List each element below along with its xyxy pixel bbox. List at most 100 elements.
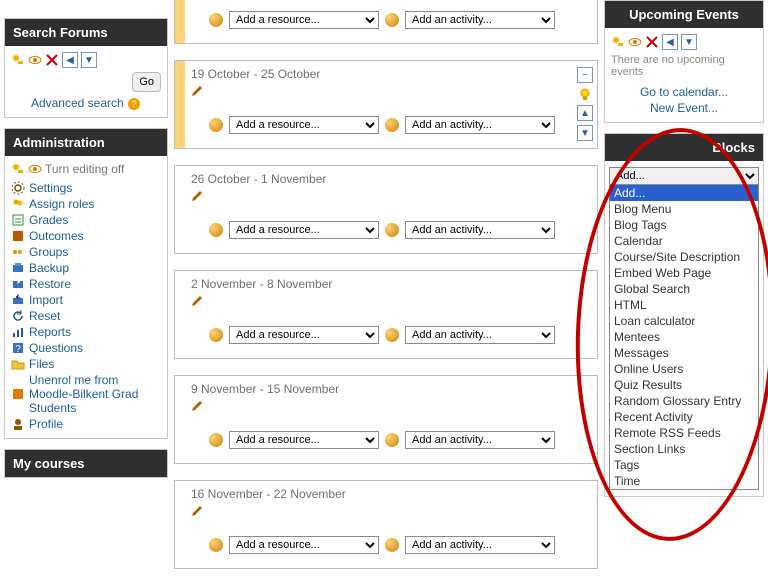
help-icon[interactable]: ? bbox=[127, 97, 141, 111]
admin-item-import[interactable]: Import bbox=[11, 292, 161, 308]
add-resource-select[interactable]: Add a resource... bbox=[229, 116, 379, 134]
add-block-select[interactable]: Add... bbox=[609, 167, 759, 185]
block-option[interactable]: Calendar bbox=[610, 233, 758, 249]
admin-item-outcomes[interactable]: Outcomes bbox=[11, 228, 161, 244]
block-option[interactable]: Random Glossary Entry bbox=[610, 393, 758, 409]
admin-item-reports[interactable]: Reports bbox=[11, 324, 161, 340]
restore-icon bbox=[11, 277, 25, 291]
week-date-label: 19 October - 25 October bbox=[191, 67, 573, 81]
block-option[interactable]: Remote RSS Feeds bbox=[610, 425, 758, 441]
delete-icon[interactable] bbox=[45, 53, 59, 67]
edit-summary-icon[interactable] bbox=[191, 400, 203, 412]
delete-icon[interactable] bbox=[645, 35, 659, 49]
block-option[interactable]: Course/Site Description bbox=[610, 249, 758, 265]
eye-icon[interactable] bbox=[28, 162, 42, 176]
add-activity-select[interactable]: Add an activity... bbox=[405, 116, 555, 134]
help-icon[interactable] bbox=[385, 328, 399, 342]
block-option[interactable]: Mentees bbox=[610, 329, 758, 345]
advanced-search-link[interactable]: Advanced search bbox=[31, 96, 124, 110]
admin-item-label: Backup bbox=[29, 261, 69, 275]
add-activity-select[interactable]: Add an activity... bbox=[405, 11, 555, 29]
admin-item-grades[interactable]: Grades bbox=[11, 212, 161, 228]
block-option[interactable]: Online Users bbox=[610, 361, 758, 377]
admin-turn-editing-off[interactable]: Turn editing off bbox=[45, 162, 124, 176]
move-left-icon[interactable]: ◀ bbox=[662, 34, 678, 50]
move-left-icon[interactable]: ◀ bbox=[62, 52, 78, 68]
block-option[interactable]: Section Links bbox=[610, 441, 758, 457]
help-icon[interactable] bbox=[209, 13, 223, 27]
eye-icon[interactable] bbox=[628, 35, 642, 49]
new-event-link[interactable]: New Event... bbox=[611, 100, 757, 116]
add-block-dropdown[interactable]: Add...Blog MenuBlog TagsCalendarCourse/S… bbox=[609, 185, 759, 490]
arrow-down-icon[interactable]: ▼ bbox=[577, 125, 593, 141]
help-icon[interactable] bbox=[209, 538, 223, 552]
role-icon[interactable] bbox=[611, 35, 625, 49]
admin-item-groups[interactable]: Groups bbox=[11, 244, 161, 260]
role-icon[interactable] bbox=[11, 53, 25, 67]
admin-item-questions[interactable]: ?Questions bbox=[11, 340, 161, 356]
edit-summary-icon[interactable] bbox=[191, 190, 203, 202]
search-go-button[interactable]: Go bbox=[132, 72, 161, 92]
grades-icon bbox=[11, 213, 25, 227]
minus-icon[interactable]: − bbox=[577, 67, 593, 83]
add-activity-select[interactable]: Add an activity... bbox=[405, 326, 555, 344]
move-down-icon[interactable]: ▼ bbox=[681, 34, 697, 50]
block-option[interactable]: Embed Web Page bbox=[610, 265, 758, 281]
help-icon[interactable] bbox=[209, 328, 223, 342]
block-option[interactable]: Quiz Results bbox=[610, 377, 758, 393]
admin-item-files[interactable]: Files bbox=[11, 356, 161, 372]
week-highlight-bar bbox=[175, 61, 185, 148]
import-icon bbox=[11, 293, 25, 307]
help-icon[interactable] bbox=[209, 223, 223, 237]
add-resource-select[interactable]: Add a resource... bbox=[229, 11, 379, 29]
arrow-up-icon[interactable]: ▲ bbox=[577, 105, 593, 121]
admin-item-settings[interactable]: Settings bbox=[11, 180, 161, 196]
edit-summary-icon[interactable] bbox=[191, 295, 203, 307]
edit-summary-icon[interactable] bbox=[191, 505, 203, 517]
block-option[interactable]: Blog Menu bbox=[610, 201, 758, 217]
help-icon[interactable] bbox=[385, 223, 399, 237]
help-icon[interactable] bbox=[385, 13, 399, 27]
week-add-row: Add a resource... Add an activity... bbox=[183, 536, 573, 554]
block-option[interactable]: HTML bbox=[610, 297, 758, 313]
add-resource-select[interactable]: Add a resource... bbox=[229, 326, 379, 344]
add-resource-select[interactable]: Add a resource... bbox=[229, 431, 379, 449]
help-icon[interactable] bbox=[209, 118, 223, 132]
add-activity-select[interactable]: Add an activity... bbox=[405, 536, 555, 554]
bulb-icon[interactable] bbox=[578, 87, 592, 101]
add-activity-select[interactable]: Add an activity... bbox=[405, 221, 555, 239]
admin-item-restore[interactable]: Restore bbox=[11, 276, 161, 292]
help-icon[interactable] bbox=[209, 433, 223, 447]
add-resource-select[interactable]: Add a resource... bbox=[229, 536, 379, 554]
week-section: 16 November - 22 NovemberAdd a resource.… bbox=[174, 480, 598, 569]
block-option[interactable]: Global Search bbox=[610, 281, 758, 297]
gear-icon bbox=[11, 181, 25, 195]
role-icon[interactable] bbox=[11, 162, 25, 176]
admin-item-reset[interactable]: Reset bbox=[11, 308, 161, 324]
block-option[interactable]: Blog Tags bbox=[610, 217, 758, 233]
help-icon[interactable] bbox=[385, 118, 399, 132]
block-option[interactable]: Recent Activity bbox=[610, 409, 758, 425]
admin-item-label: Restore bbox=[29, 277, 71, 291]
admin-item-profile[interactable]: Profile bbox=[11, 416, 161, 432]
go-to-calendar-link[interactable]: Go to calendar... bbox=[611, 84, 757, 100]
block-option[interactable]: Tags bbox=[610, 457, 758, 473]
add-resource-select[interactable]: Add a resource... bbox=[229, 221, 379, 239]
admin-item-backup[interactable]: Backup bbox=[11, 260, 161, 276]
eye-icon[interactable] bbox=[28, 53, 42, 67]
add-activity-select[interactable]: Add an activity... bbox=[405, 431, 555, 449]
block-option[interactable]: Messages bbox=[610, 345, 758, 361]
admin-item-unenrol[interactable]: Unenrol me from Moodle-Bilkent Grad Stud… bbox=[11, 372, 161, 416]
backup-icon bbox=[11, 261, 25, 275]
block-option[interactable]: Time bbox=[610, 473, 758, 489]
help-icon[interactable] bbox=[385, 433, 399, 447]
admin-item-assign-roles[interactable]: Assign roles bbox=[11, 196, 161, 212]
move-down-icon[interactable]: ▼ bbox=[81, 52, 97, 68]
outcomes-icon bbox=[11, 229, 25, 243]
edit-summary-icon[interactable] bbox=[191, 85, 203, 97]
block-option[interactable]: Loan calculator bbox=[610, 313, 758, 329]
block-option[interactable]: Add... bbox=[610, 185, 758, 201]
help-icon[interactable] bbox=[385, 538, 399, 552]
week-section: 26 October - 1 NovemberAdd a resource...… bbox=[174, 165, 598, 254]
admin-item-label: Questions bbox=[29, 341, 83, 355]
